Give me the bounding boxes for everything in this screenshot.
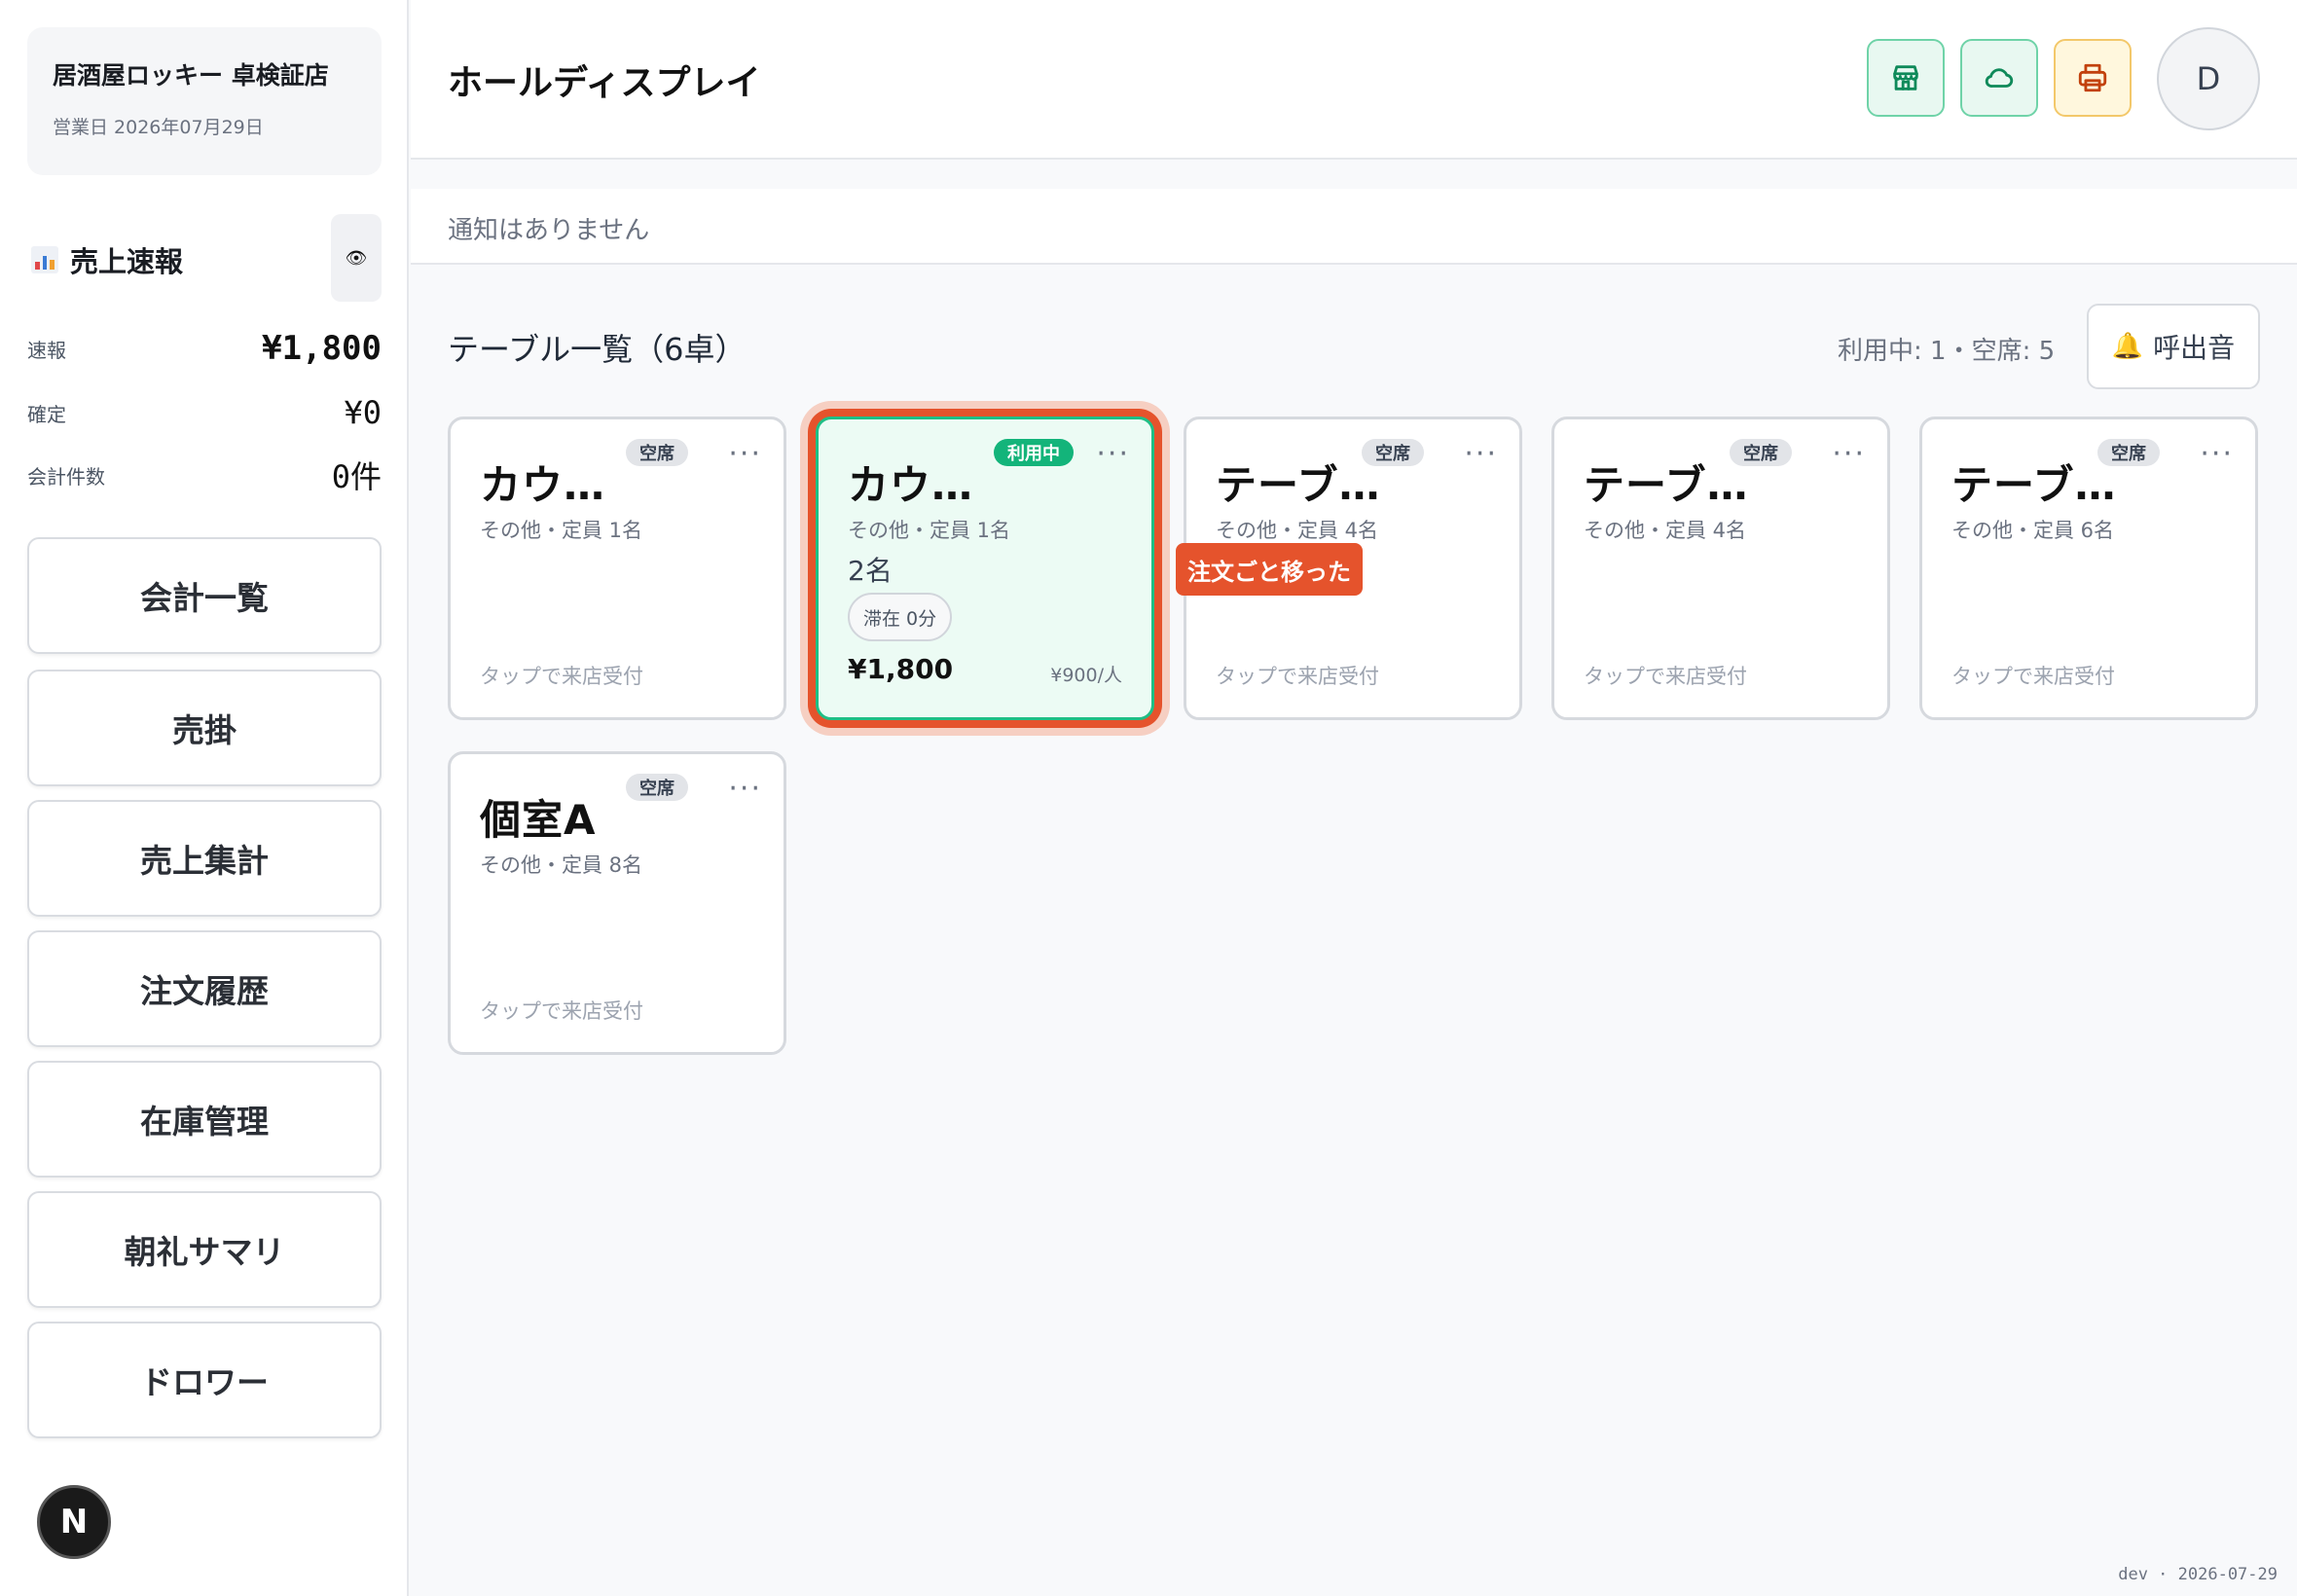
nav-drawer-button[interactable]: ドロワー: [27, 1322, 382, 1438]
business-date: 営業日 2026年07月29日: [53, 117, 264, 138]
sidebar: 居酒屋ロッキー 卓検証店 営業日 2026年07月29日 売上速報 👁 速報 ¥…: [0, 0, 409, 1596]
table-hint: タップで来店受付: [480, 999, 643, 1023]
store-icon: [1893, 65, 1918, 91]
nav-sales-summary-button[interactable]: 売上集計: [27, 800, 382, 917]
status-badge: 空席: [2097, 439, 2160, 466]
table-meta: その他・定員 4名: [1216, 519, 1379, 542]
dev-tools-button[interactable]: N: [37, 1485, 111, 1559]
sales-flash-title: 売上速報: [31, 239, 183, 280]
table-meta: その他・定員 1名: [848, 519, 1011, 542]
table-card[interactable]: カウ… 空席 ··· その他・定員 1名 タップで来店受付: [448, 417, 786, 720]
page-title: ホールディスプレイ: [448, 63, 761, 103]
bell-icon: 🔔: [2111, 332, 2144, 361]
table-meta: その他・定員 8名: [480, 853, 643, 877]
table-name: テーブ…: [1584, 461, 1749, 509]
table-total: ¥1,800: [848, 653, 954, 685]
stat-value: 0件: [331, 458, 382, 495]
nav-inventory-button[interactable]: 在庫管理: [27, 1061, 382, 1178]
call-sound-label: 呼出音: [2153, 332, 2236, 364]
cloud-icon: [1985, 68, 2014, 88]
top-header: ホールディスプレイ D: [411, 0, 2297, 160]
sales-flash-label: 売上速報: [70, 245, 184, 278]
nav-credit-button[interactable]: 売掛: [27, 670, 382, 786]
stat-label: 確定: [27, 402, 66, 426]
store-button[interactable]: [1867, 39, 1945, 117]
more-menu-button[interactable]: ···: [1096, 437, 1130, 471]
table-name: カウ…: [848, 461, 974, 509]
table-card-active[interactable]: カウ… 利用中 ··· その他・定員 1名 2名 滞在 0分 ¥1,800 ¥9…: [816, 417, 1154, 720]
table-hint: タップで来店受付: [1216, 665, 1379, 688]
eye-icon: 👁: [345, 247, 368, 269]
status-badge: 空席: [1362, 439, 1424, 466]
printer-button[interactable]: [2054, 39, 2132, 117]
printer-icon: [2078, 63, 2107, 92]
store-card: 居酒屋ロッキー 卓検証店 営業日 2026年07月29日: [27, 27, 382, 175]
table-card[interactable]: 個室A 空席 ··· その他・定員 8名 タップで来店受付: [448, 751, 786, 1055]
table-counts: 利用中: 1・空席: 5: [1838, 337, 2056, 366]
notification-text: 通知はありません: [448, 216, 650, 245]
table-hint: タップで来店受付: [1584, 665, 1747, 688]
stat-label: 速報: [27, 338, 66, 362]
nav-checkout-list-button[interactable]: 会計一覧: [27, 537, 382, 654]
table-name: 個室A: [480, 796, 597, 844]
table-list-title: テーブル一覧（6卓）: [448, 331, 747, 368]
stat-label: 会計件数: [27, 464, 105, 489]
more-menu-button[interactable]: ···: [728, 772, 762, 806]
sales-flash-header: 売上速報 👁: [27, 214, 382, 302]
bar-chart-icon: [31, 246, 58, 273]
per-person-price: ¥900/人: [1050, 665, 1122, 686]
stat-confirmed: 確定 ¥0: [27, 393, 382, 432]
status-badge: 空席: [1730, 439, 1792, 466]
more-menu-button[interactable]: ···: [1832, 437, 1866, 471]
store-name: 居酒屋ロッキー 卓検証店: [53, 61, 329, 90]
table-name: テーブ…: [1951, 461, 2117, 509]
table-card[interactable]: テーブ… 空席 ··· その他・定員 6名 タップで来店受付: [1919, 417, 2258, 720]
table-hint: タップで来店受付: [480, 665, 643, 688]
nav-morning-summary-button[interactable]: 朝礼サマリ: [27, 1191, 382, 1308]
notification-bar: 通知はありません: [411, 189, 2297, 265]
table-meta: その他・定員 1名: [480, 519, 643, 542]
table-name: カウ…: [480, 461, 606, 509]
table-name: テーブ…: [1216, 461, 1381, 509]
toggle-visibility-button[interactable]: 👁: [331, 214, 382, 302]
stat-flash: 速報 ¥1,800: [27, 329, 382, 368]
more-menu-button[interactable]: ···: [2200, 437, 2234, 471]
more-menu-button[interactable]: ···: [1464, 437, 1498, 471]
stat-count: 会計件数 0件: [27, 455, 382, 495]
build-tag: dev · 2026-07-29: [2118, 1565, 2278, 1584]
move-toast: 注文ごと移った: [1176, 543, 1363, 596]
table-meta: その他・定員 4名: [1584, 519, 1747, 542]
cloud-sync-button[interactable]: [1960, 39, 2038, 117]
status-badge: 利用中: [994, 439, 1074, 466]
table-meta: その他・定員 6名: [1951, 519, 2115, 542]
call-sound-button[interactable]: 🔔 呼出音: [2087, 304, 2260, 389]
guest-count: 2名: [848, 555, 893, 587]
table-hint: タップで来店受付: [1951, 665, 2115, 688]
more-menu-button[interactable]: ···: [728, 437, 762, 471]
stat-value: ¥1,800: [262, 329, 382, 368]
table-card[interactable]: テーブ… 空席 ··· その他・定員 4名 タップで来店受付: [1551, 417, 1890, 720]
stat-value: ¥0: [344, 394, 382, 431]
status-badge: 空席: [626, 774, 688, 801]
status-badge: 空席: [626, 439, 688, 466]
nav-order-history-button[interactable]: 注文履歴: [27, 930, 382, 1047]
stay-time-pill: 滞在 0分: [848, 593, 953, 641]
user-avatar[interactable]: D: [2157, 27, 2260, 130]
